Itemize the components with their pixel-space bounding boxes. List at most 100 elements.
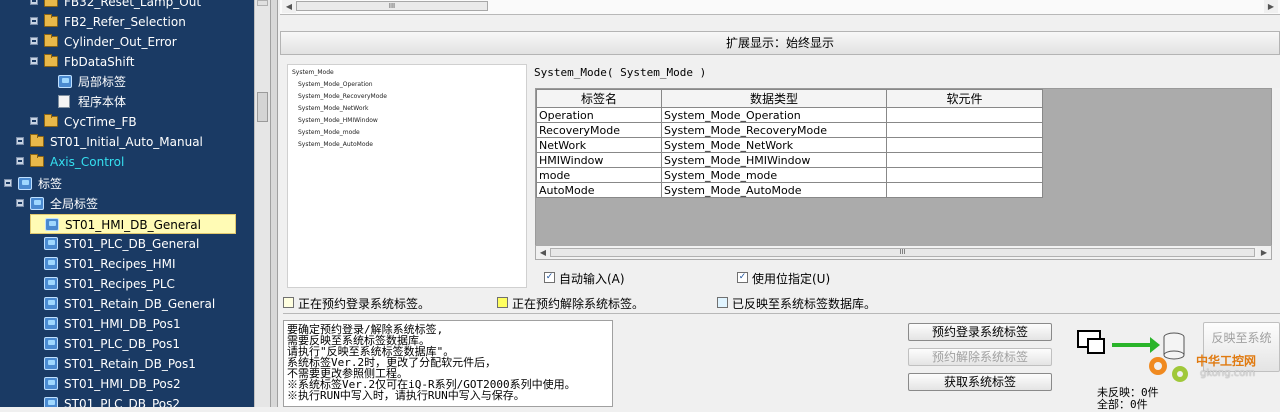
table-row[interactable]: AutoMode System_Mode_AutoMode <box>536 182 1043 198</box>
structure-child: System_Mode_AutoMode <box>298 141 373 148</box>
table-row[interactable]: NetWork System_Mode_NetWork <box>536 137 1043 153</box>
tree-item-label: 程序本体 <box>78 95 127 109</box>
tree-item[interactable]: ST01_Initial_Auto_Manual <box>0 132 254 152</box>
reserve-register-button[interactable]: 预约登录系统标签 <box>908 323 1052 341</box>
table-cell[interactable]: AutoMode <box>536 182 662 198</box>
tree-item-label: Cylinder_Out_Error <box>64 35 177 49</box>
expand-toggle-icon[interactable] <box>30 57 38 65</box>
column-header[interactable]: 数据类型 <box>661 89 887 108</box>
tree-item[interactable]: ST01_HMI_DB_General <box>30 214 236 234</box>
table-cell[interactable]: mode <box>536 167 662 183</box>
scroll-thumb[interactable]: III <box>296 1 488 11</box>
tag-icon <box>18 177 32 190</box>
expand-toggle-icon[interactable] <box>4 179 12 187</box>
tree-item-label: ST01_HMI_DB_General <box>65 218 201 232</box>
extended-display-bar[interactable]: 扩展显示：始终显示 <box>280 31 1280 55</box>
scroll-right-icon[interactable]: ▶ <box>1257 246 1271 259</box>
expand-toggle-icon[interactable] <box>30 117 38 125</box>
tree-item[interactable]: ST01_PLC_DB_Pos1 <box>0 334 254 354</box>
tree-item[interactable]: CycTime_FB <box>0 112 254 132</box>
project-tree: FB32_Reset_Lamp_Out FB2_Refer_Selection Cy… <box>0 0 254 407</box>
tag-icon <box>44 357 58 370</box>
panel-splitter[interactable] <box>270 0 278 407</box>
message-box: 要确定预约登录/解除系统标签, 需要反映至系统标签数据库。 请执行"反映至系统标… <box>283 320 613 407</box>
grid-horizontal-scrollbar[interactable]: ◀ III ▶ <box>535 245 1272 260</box>
table-row[interactable]: RecoveryMode System_Mode_RecoveryMode <box>536 122 1043 138</box>
legend-releasing-label: 正在预约解除系统标签。 <box>512 297 645 311</box>
expand-toggle-icon[interactable] <box>30 0 38 5</box>
tree-item[interactable]: FB32_Reset_Lamp_Out <box>0 0 254 12</box>
table-cell[interactable]: System_Mode_HMIWindow <box>661 152 887 168</box>
expand-toggle-icon[interactable] <box>16 137 24 145</box>
tree-vertical-scrollbar[interactable] <box>254 0 270 407</box>
tree-item[interactable]: FB2_Refer_Selection <box>0 12 254 32</box>
tree-item[interactable]: ST01_Recipes_PLC <box>0 274 254 294</box>
tag-icon <box>45 218 59 231</box>
tree-item[interactable]: ST01_PLC_DB_Pos2 <box>0 394 254 407</box>
tree-item[interactable]: ST01_Retain_DB_Pos1 <box>0 354 254 374</box>
expand-toggle-icon[interactable] <box>30 17 38 25</box>
table-cell[interactable]: RecoveryMode <box>536 122 662 138</box>
structure-child: System_Mode_HMIWindow <box>298 117 378 124</box>
tree-item-label: ST01_Recipes_HMI <box>64 257 176 271</box>
grid-vertical-scrollbar[interactable] <box>1272 88 1280 260</box>
table-cell[interactable]: System_Mode_mode <box>661 167 887 183</box>
tree-item-label: ST01_Retain_DB_General <box>64 297 216 311</box>
scroll-left-icon[interactable]: ◀ <box>536 246 550 259</box>
scroll-left-icon[interactable]: ◀ <box>282 0 296 13</box>
column-header[interactable]: 软元件 <box>886 89 1043 108</box>
table-row[interactable]: mode System_Mode_mode <box>536 167 1043 183</box>
scroll-thumb[interactable] <box>257 92 268 122</box>
tree-item-label: 标签 <box>38 177 63 191</box>
expand-toggle-icon[interactable] <box>16 157 24 165</box>
structure-child: System_Mode_mode <box>298 129 360 136</box>
reserve-release-button[interactable]: 预约解除系统标签 <box>908 348 1052 366</box>
table-cell[interactable] <box>886 107 1043 123</box>
table-cell[interactable]: Operation <box>536 107 662 123</box>
tag-icon <box>44 297 58 310</box>
folder-icon <box>44 54 58 67</box>
table-cell[interactable]: System_Mode_AutoMode <box>661 182 887 198</box>
tree-item-label: ST01_PLC_DB_Pos1 <box>64 337 181 351</box>
tree-item[interactable]: 全局标签 <box>0 194 254 214</box>
table-cell[interactable] <box>886 122 1043 138</box>
tree-item[interactable]: ST01_HMI_DB_Pos1 <box>0 314 254 334</box>
table-cell[interactable]: System_Mode_RecoveryMode <box>661 122 887 138</box>
tag-icon <box>44 377 58 390</box>
tree-item[interactable]: ST01_Recipes_HMI <box>0 254 254 274</box>
expand-toggle-icon[interactable] <box>30 37 38 45</box>
scroll-thumb[interactable]: III <box>550 248 1255 257</box>
scroll-right-icon[interactable]: ▶ <box>1264 0 1278 13</box>
top-horizontal-scrollbar[interactable]: ◀ III ▶ <box>280 0 1280 15</box>
column-header[interactable]: 标签名 <box>536 89 662 108</box>
table-cell[interactable] <box>886 152 1043 168</box>
tree-item-label: 局部标签 <box>78 75 127 89</box>
get-system-tags-button[interactable]: 获取系统标签 <box>908 373 1052 391</box>
tree-item-label: FB32_Reset_Lamp_Out <box>64 0 202 9</box>
tree-item[interactable]: 标签 <box>0 174 254 194</box>
structure-child: System_Mode_RecoveryMode <box>298 93 387 100</box>
table-row[interactable]: Operation System_Mode_Operation <box>536 107 1043 123</box>
tree-item[interactable]: FbDataShift <box>0 52 254 72</box>
auto-input-checkbox[interactable]: ✓ <box>544 272 555 283</box>
table-cell[interactable]: System_Mode_Operation <box>661 107 887 123</box>
tree-item[interactable]: Cylinder_Out_Error <box>0 32 254 52</box>
expand-toggle-icon[interactable] <box>16 199 24 207</box>
table-cell[interactable]: System_Mode_NetWork <box>661 137 887 153</box>
tag-icon <box>58 75 72 88</box>
table-cell[interactable] <box>886 137 1043 153</box>
table-row[interactable]: HMIWindow System_Mode_HMIWindow <box>536 152 1043 168</box>
table-cell[interactable]: NetWork <box>536 137 662 153</box>
table-cell[interactable]: HMIWindow <box>536 152 662 168</box>
tree-item[interactable]: ST01_HMI_DB_Pos2 <box>0 374 254 394</box>
tree-item-label: 全局标签 <box>50 197 99 211</box>
table-cell[interactable] <box>886 182 1043 198</box>
table-cell[interactable] <box>886 167 1043 183</box>
scroll-up-button[interactable] <box>257 0 268 6</box>
tree-item[interactable]: Axis_Control <box>0 152 254 172</box>
tree-item[interactable]: 程序本体 <box>0 92 254 112</box>
tree-item[interactable]: ST01_PLC_DB_General <box>0 234 254 254</box>
use-bit-spec-checkbox[interactable]: ✓ <box>737 272 748 283</box>
tree-item[interactable]: 局部标签 <box>0 72 254 92</box>
tree-item[interactable]: ST01_Retain_DB_General <box>0 294 254 314</box>
